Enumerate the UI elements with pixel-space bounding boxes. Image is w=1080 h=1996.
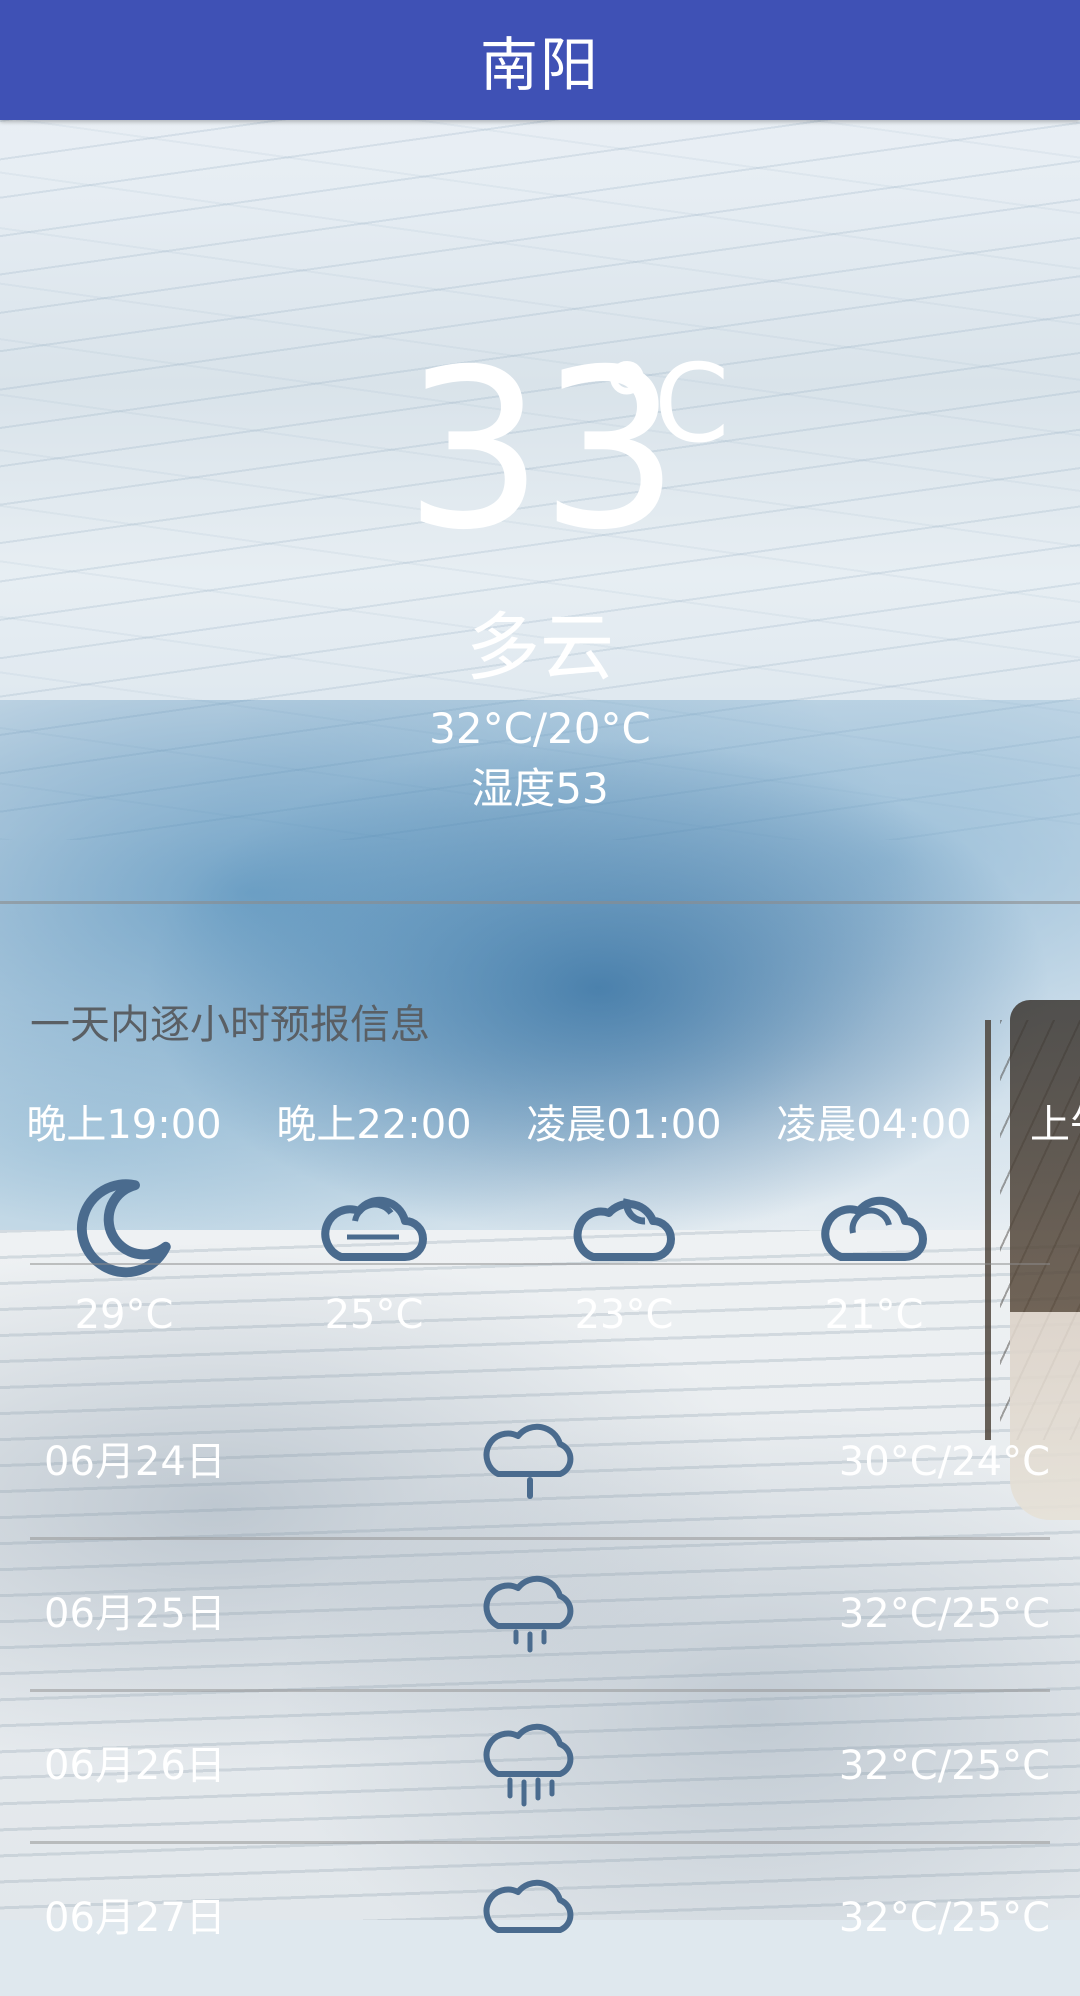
daily-row[interactable]: 06月24日 30°C/24°C [30,1388,1050,1540]
city-title: 南阳 [479,31,600,99]
rain-light-icon [483,1575,574,1653]
daily-range: 32°C/25°C [838,1743,1050,1789]
rain-light-icon [483,1879,574,1933]
daily-range: 32°C/25°C [838,1591,1050,1637]
daily-date: 06月25日 [44,1591,226,1637]
daily-date: 06月24日 [44,1439,226,1485]
daily-date: 06月26日 [44,1743,226,1789]
app-bar: 南阳 [0,0,1080,120]
rain-light-icon [483,1423,574,1499]
daily-row[interactable]: 06月26日 32°C/25°C [30,1692,1050,1844]
daily-date: 06月27日 [44,1895,226,1941]
daily-forecast[interactable]: 06月24日 30°C/24°C 06月25日 32°C/25°C 06月26日… [0,0,1080,1941]
daily-range: 30°C/24°C [838,1439,1050,1485]
daily-row[interactable]: 06月25日 32°C/25°C [30,1540,1050,1692]
daily-range: 32°C/25°C [838,1895,1050,1941]
daily-row[interactable]: 06月27日 32°C/25°C [30,1844,1050,1996]
rain-heavy-icon [483,1723,574,1807]
